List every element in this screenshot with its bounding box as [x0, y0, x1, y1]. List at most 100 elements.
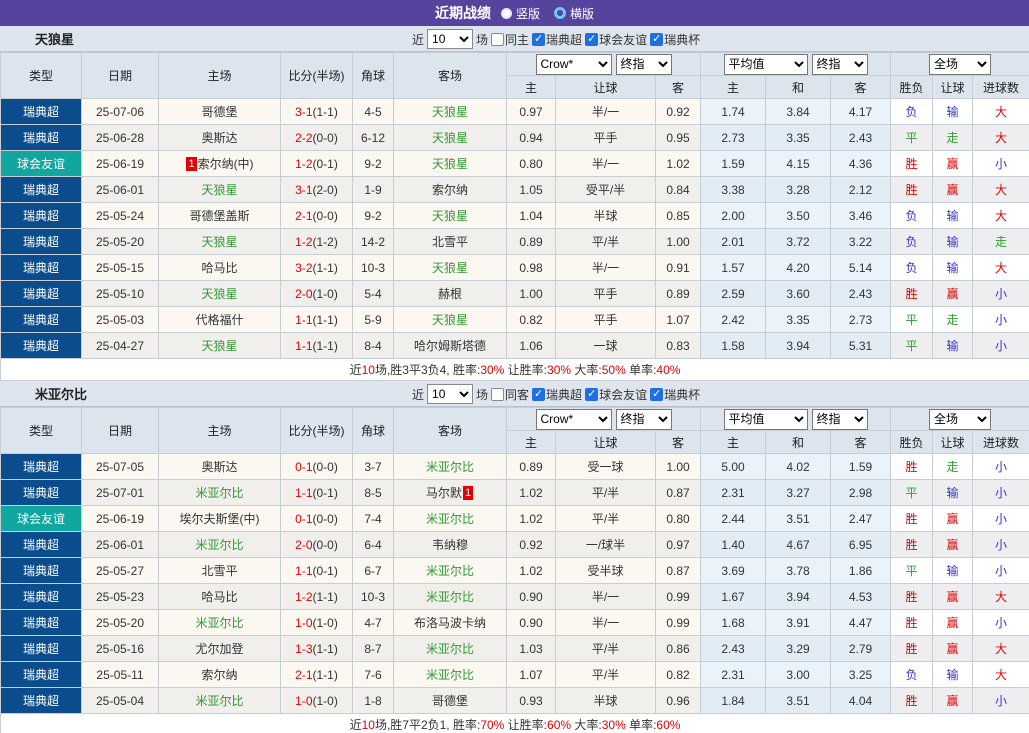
- home-team-cell[interactable]: 奥斯达: [158, 124, 281, 151]
- home-team-cell[interactable]: 北雪平: [158, 557, 281, 584]
- home-team-cell[interactable]: 索尔纳: [158, 661, 281, 688]
- away-team-cell[interactable]: 哈尔姆斯塔德: [393, 332, 507, 359]
- home-team-cell[interactable]: 米亚尔比: [158, 687, 281, 714]
- home-team-cell[interactable]: 哈马比: [158, 583, 281, 610]
- avg-time-select[interactable]: 终指: [811, 408, 868, 430]
- league-checkbox[interactable]: [650, 32, 664, 46]
- away-team-cell[interactable]: 赫根: [393, 280, 507, 307]
- result-goals-cell: 小: [972, 306, 1029, 333]
- away-team-cell[interactable]: 米亚尔比: [393, 557, 507, 584]
- handicap-away-odds-cell: 0.87: [655, 557, 701, 584]
- games-label: 场: [476, 32, 489, 47]
- same-venue-checkbox[interactable]: [491, 387, 505, 401]
- radio-horizontal-layout[interactable]: 横版: [554, 5, 594, 22]
- result-handicap-cell: 输: [932, 228, 974, 255]
- corner-cell: 4-7: [352, 609, 394, 636]
- fulltime-score: 0-1: [295, 459, 313, 474]
- away-team-cell[interactable]: 马尔默 1: [393, 479, 507, 506]
- home-team-cell[interactable]: 哥德堡: [158, 98, 281, 125]
- score-cell: 1-1(0-1): [280, 557, 353, 584]
- avg-select[interactable]: 平均值: [723, 53, 808, 75]
- home-team-cell[interactable]: 米亚尔比: [158, 609, 281, 636]
- league-checkbox[interactable]: [650, 387, 664, 401]
- scope-select[interactable]: 全场: [929, 53, 992, 75]
- odds-time-select[interactable]: 终指: [615, 53, 672, 75]
- home-team-cell[interactable]: 哈马比: [158, 254, 281, 281]
- away-team-cell[interactable]: 哥德堡: [393, 687, 507, 714]
- date-cell: 25-04-27: [81, 332, 159, 359]
- away-team-cell[interactable]: 天狼星: [393, 150, 507, 177]
- away-team-cell[interactable]: 米亚尔比: [393, 453, 507, 480]
- same-venue-checkbox-item[interactable]: 同主: [491, 31, 529, 48]
- away-team-cell[interactable]: 米亚尔比: [393, 583, 507, 610]
- avg-select[interactable]: 平均值: [723, 408, 808, 430]
- avg-draw-odds-cell: 3.35: [765, 124, 831, 151]
- home-team-cell[interactable]: 1 索尔纳(中): [158, 150, 281, 177]
- avg-away-odds-cell: 4.04: [829, 687, 892, 714]
- away-team-cell[interactable]: 天狼星: [393, 254, 507, 281]
- league-checkbox[interactable]: [585, 387, 599, 401]
- league-checkbox-item-0[interactable]: 瑞典超: [532, 31, 582, 48]
- radio-vertical-layout[interactable]: 竖版: [500, 5, 540, 22]
- away-team-cell[interactable]: 布洛马波卡纳: [393, 609, 507, 636]
- away-team-cell[interactable]: 韦纳穆: [393, 531, 507, 558]
- avg-draw-odds-cell: 4.02: [765, 453, 831, 480]
- score-cell: 2-0(1-0): [280, 280, 353, 307]
- same-venue-checkbox[interactable]: [491, 32, 505, 46]
- odds-source-select[interactable]: Crow*: [535, 408, 612, 430]
- halftime-score: (1-1): [312, 641, 338, 656]
- odds-time-select[interactable]: 终指: [615, 408, 672, 430]
- league-checkbox[interactable]: [585, 32, 599, 46]
- column-header: 比分(半场): [280, 52, 353, 99]
- league-checkbox-item-2[interactable]: 瑞典杯: [650, 31, 700, 48]
- handicap-home-odds-cell: 1.02: [506, 479, 556, 506]
- home-team-cell[interactable]: 哥德堡盖斯: [158, 202, 281, 229]
- home-team-cell[interactable]: 天狼星: [158, 332, 281, 359]
- avg-home-odds-cell: 2.31: [700, 479, 766, 506]
- avg-draw-odds-cell: 3.00: [765, 661, 831, 688]
- result-wdl-cell: 平: [890, 557, 934, 584]
- home-team-cell[interactable]: 天狼星: [158, 280, 281, 307]
- home-team-cell[interactable]: 奥斯达: [158, 453, 281, 480]
- avg-time-select[interactable]: 终指: [811, 53, 868, 75]
- away-team-cell[interactable]: 天狼星: [393, 124, 507, 151]
- away-team-cell[interactable]: 米亚尔比: [393, 635, 507, 662]
- same-venue-checkbox-item[interactable]: 同客: [491, 386, 529, 403]
- away-team-cell[interactable]: 天狼星: [393, 306, 507, 333]
- recent-count-select[interactable]: 10: [427, 29, 474, 49]
- league-checkbox[interactable]: [532, 32, 546, 46]
- away-team-cell[interactable]: 天狼星: [393, 202, 507, 229]
- home-team-cell[interactable]: 米亚尔比: [158, 531, 281, 558]
- away-team-cell[interactable]: 索尔纳: [393, 176, 507, 203]
- handicap-line-cell: 平/半: [555, 635, 656, 662]
- home-team-cell[interactable]: 尤尔加登: [158, 635, 281, 662]
- home-team-cell[interactable]: 米亚尔比: [158, 479, 281, 506]
- scope-select[interactable]: 全场: [929, 408, 992, 430]
- away-team-cell[interactable]: 米亚尔比: [393, 661, 507, 688]
- home-team-cell[interactable]: 代格福什: [158, 306, 281, 333]
- avg-away-odds-cell: 6.95: [829, 531, 892, 558]
- avg-home-odds-cell: 5.00: [700, 453, 766, 480]
- league-checkbox-item-0[interactable]: 瑞典超: [532, 386, 582, 403]
- score-cell: 1-1(1-1): [280, 306, 353, 333]
- avg-draw-odds-cell: 3.35: [765, 306, 831, 333]
- match-row: 瑞典超 25-06-28 奥斯达 2-2(0-0) 6-12 天狼星 0.94 平手 0.95 2…: [0, 124, 1029, 151]
- avg-home-odds-cell: 1.40: [700, 531, 766, 558]
- league-checkbox-item-1[interactable]: 球会友谊: [585, 31, 647, 48]
- home-team-cell[interactable]: 天狼星: [158, 176, 281, 203]
- league-checkbox-item-1[interactable]: 球会友谊: [585, 386, 647, 403]
- away-team-cell[interactable]: 天狼星: [393, 98, 507, 125]
- result-wdl-cell: 胜: [890, 505, 934, 532]
- home-team-cell[interactable]: 埃尔夫斯堡(中): [158, 505, 281, 532]
- away-team-cell[interactable]: 北雪平: [393, 228, 507, 255]
- sub-column-header: 客: [655, 75, 701, 99]
- odds-source-select[interactable]: Crow*: [535, 53, 612, 75]
- home-team-cell[interactable]: 天狼星: [158, 228, 281, 255]
- away-team-cell[interactable]: 米亚尔比: [393, 505, 507, 532]
- league-checkbox[interactable]: [532, 387, 546, 401]
- recent-count-select[interactable]: 10: [427, 384, 474, 404]
- match-type-cell: 瑞典超: [0, 280, 82, 307]
- summary-label: 场,胜3平3负4, 胜率:: [374, 363, 481, 377]
- league-checkbox-item-2[interactable]: 瑞典杯: [650, 386, 700, 403]
- date-cell: 25-06-19: [81, 150, 159, 177]
